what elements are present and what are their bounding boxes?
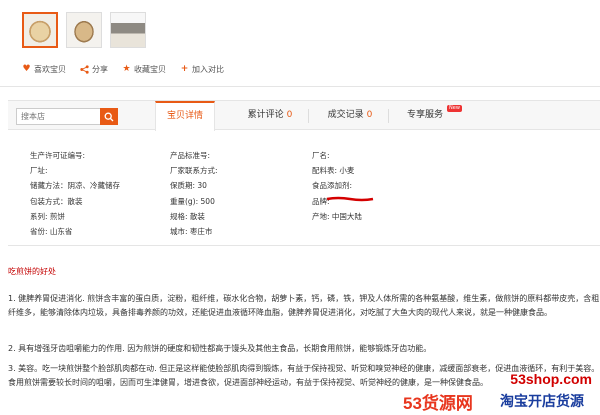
- attr-factory-address: 厂址:: [30, 166, 48, 175]
- plus-icon: +: [180, 64, 189, 74]
- tab-separator: [388, 109, 389, 123]
- attr-origin: 产地: 中国大陆: [312, 212, 362, 221]
- attr-ingredients: 配料表: 小麦: [312, 166, 355, 175]
- tab-transactions[interactable]: 成交记录 0: [315, 101, 385, 130]
- tab-services-label: 专享服务: [406, 110, 443, 120]
- attr-license: 生产许可证编号:: [30, 151, 86, 160]
- tab-transactions-label: 成交记录: [327, 110, 364, 120]
- attr-shelf-life: 保质期: 30: [170, 181, 207, 190]
- attr-standard: 产品标准号:: [170, 151, 211, 160]
- attr-series: 系列: 煎饼: [30, 212, 65, 221]
- share-label: 分享: [92, 65, 108, 74]
- product-description: 吃煎饼的好处 1. 健脾养胃促进消化. 煎饼含丰富的蛋白质，淀粉，粗纤维，碳水化…: [8, 266, 600, 387]
- attr-additives: 食品添加剂:: [312, 181, 353, 190]
- description-title: 吃煎饼的好处: [8, 267, 56, 276]
- favorite-button[interactable]: ★ 收藏宝贝: [122, 64, 166, 75]
- attr-contact: 厂家联系方式:: [170, 166, 218, 175]
- search-button[interactable]: [100, 108, 118, 125]
- thumbnail-1[interactable]: [22, 12, 58, 48]
- attr-packaging: 包装方式：散装: [30, 197, 83, 206]
- star-icon: ★: [122, 64, 131, 74]
- search-icon: [104, 112, 114, 121]
- watermark-brand: 53货源网: [403, 394, 473, 413]
- attr-city: 城市: 枣庄市: [170, 227, 213, 236]
- share-icon: [80, 65, 89, 74]
- thumbnail-2[interactable]: [66, 12, 102, 48]
- tab-details-label: 宝贝详情: [166, 111, 203, 121]
- flatbread-stack-image: [24, 14, 56, 46]
- watermark-url: 53shop.com: [510, 371, 592, 387]
- flatbread-pan-image: [111, 13, 145, 47]
- tab-reviews-label: 累计评论: [247, 110, 284, 120]
- compare-label: 加入对比: [192, 65, 224, 74]
- tab-details[interactable]: 宝贝详情: [155, 101, 215, 131]
- flatbread-plate-image: [67, 13, 101, 47]
- description-paragraph-1: 1. 健脾养胃促进消化. 煎饼含丰富的蛋白质，淀粉，粗纤维，碳水化合物，胡萝卜素…: [8, 294, 600, 317]
- attr-storage: 储藏方法：阴凉、冷藏储存: [30, 181, 120, 190]
- tab-reviews[interactable]: 累计评论 0: [235, 101, 305, 130]
- compare-button[interactable]: + 加入对比: [180, 64, 224, 75]
- heart-icon: ♥: [22, 64, 31, 74]
- thumbnail-strip: [22, 12, 146, 48]
- tab-transactions-count: 0: [366, 110, 373, 120]
- product-actions: ♥ 喜欢宝贝 分享 ★ 收藏宝贝 + 加入对比: [22, 64, 224, 75]
- divider: [0, 86, 600, 87]
- thumbnail-3[interactable]: [110, 12, 146, 48]
- attr-spec: 规格: 散装: [170, 212, 205, 221]
- tab-separator: [308, 109, 309, 123]
- new-badge: New: [447, 105, 462, 112]
- favorite-label: 收藏宝贝: [134, 65, 166, 74]
- attr-weight: 重量(g): 500: [170, 197, 215, 206]
- shop-search: [16, 108, 118, 125]
- divider: [8, 245, 600, 246]
- tab-reviews-count: 0: [286, 110, 293, 120]
- like-label: 喜欢宝贝: [34, 65, 66, 74]
- attr-factory-name: 厂名:: [312, 151, 330, 160]
- watermark-slogan: 淘宝开店货源: [500, 393, 584, 409]
- redaction-scribble: [326, 196, 374, 202]
- description-paragraph-2: 2. 具有增强牙齿咀嚼能力的作用. 因为煎饼的硬度和韧性都高于馒头及其他主食品，…: [8, 344, 432, 353]
- detail-tabbar: 宝贝详情 累计评论0 成交记录0 专享服务 New: [8, 100, 600, 131]
- share-button[interactable]: 分享: [80, 64, 108, 75]
- attr-province: 省份: 山东省: [30, 227, 73, 236]
- shop-search-input[interactable]: [17, 109, 101, 124]
- like-button[interactable]: ♥ 喜欢宝贝: [22, 64, 66, 75]
